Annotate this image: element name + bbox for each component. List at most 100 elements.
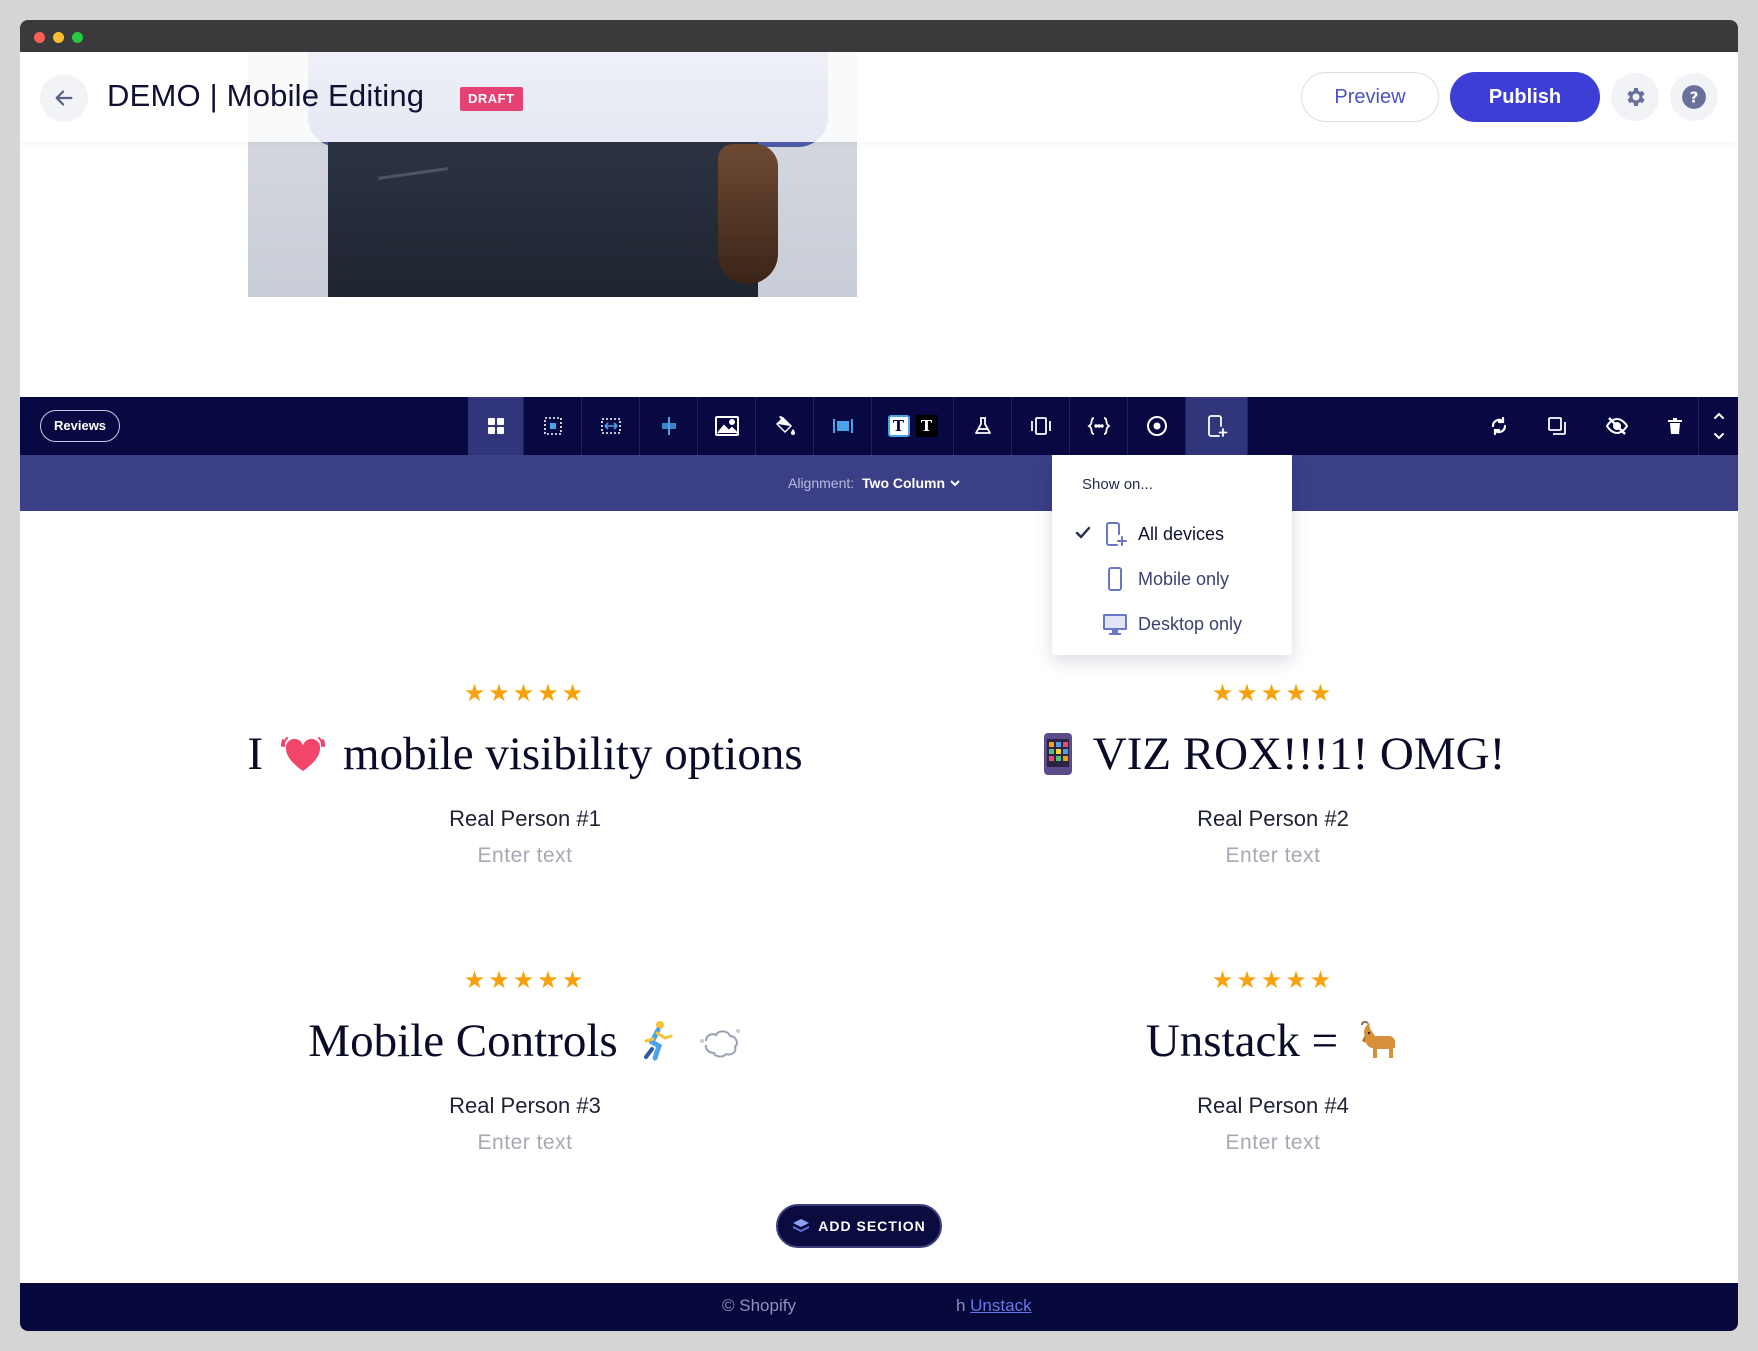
browser-window: DEMO | Mobile Editing DRAFT Preview Publ…: [20, 20, 1738, 1331]
editor-header: DEMO | Mobile Editing DRAFT Preview Publ…: [20, 52, 1738, 142]
code-icon: [1086, 417, 1111, 435]
hero-image-hand: [718, 144, 778, 284]
mobile-plus-icon: [1106, 522, 1127, 546]
full-width-icon: [832, 419, 853, 433]
checkmark-icon: [1075, 526, 1091, 539]
duplicate-icon: [1548, 417, 1566, 435]
maximize-window-button[interactable]: [72, 32, 83, 43]
refresh-icon: [1491, 416, 1507, 436]
align-center-icon: [661, 417, 676, 435]
visibility-option-all-devices[interactable]: All devices: [1052, 514, 1292, 554]
star-rating: ★★★★★: [1211, 967, 1335, 994]
move-updown-icon: [1713, 412, 1724, 440]
background-image-tool[interactable]: [698, 397, 756, 455]
review-headline[interactable]: Mobile Controls: [175, 1013, 875, 1069]
background-color-tool[interactable]: [756, 397, 814, 455]
review-card[interactable]: ★★★★★ Mobile Controls Real Person #3 Ent…: [175, 967, 875, 1155]
minimize-window-button[interactable]: [53, 32, 64, 43]
review-headline[interactable]: I mobile visibility options: [175, 726, 875, 782]
reviewer-name[interactable]: Real Person #4: [923, 1093, 1623, 1119]
footer-copyright: © Shopify h Unstack: [722, 1296, 1032, 1315]
review-subtitle-placeholder[interactable]: Enter text: [923, 1131, 1623, 1155]
device-visibility-tool[interactable]: [1186, 397, 1248, 455]
alignment-control[interactable]: Alignment: Two Column: [788, 475, 961, 491]
review-subtitle-placeholder[interactable]: Enter text: [923, 844, 1623, 868]
hide-section-button[interactable]: [1594, 397, 1640, 455]
section-name-pill[interactable]: Reviews: [40, 410, 121, 442]
desktop-icon: [1103, 614, 1127, 635]
width-tool[interactable]: [582, 397, 640, 455]
help-button[interactable]: ?: [1670, 73, 1718, 121]
anchor-tool[interactable]: [1128, 397, 1186, 455]
page-title: DEMO | Mobile Editing: [107, 78, 425, 113]
add-section-button[interactable]: ADD SECTION: [776, 1204, 942, 1248]
page-canvas: DEMO | Mobile Editing DRAFT Preview Publ…: [20, 52, 1738, 1331]
lab-flask-icon: [974, 417, 991, 434]
delete-section-button[interactable]: [1652, 397, 1698, 455]
preview-button[interactable]: Preview: [1301, 72, 1439, 122]
goat-emoji-icon: [1361, 1020, 1396, 1058]
layers-icon: [793, 1219, 810, 1232]
duplicate-section-button[interactable]: [1534, 397, 1580, 455]
carousel-tool[interactable]: [1012, 397, 1070, 455]
beating-heart-emoji-icon: [281, 737, 326, 771]
review-card[interactable]: ★★★★★ VIZ ROX!!!1! OMG! Real Person #2 E…: [923, 680, 1623, 868]
text-light-icon: T: [887, 415, 910, 437]
star-rating: ★★★★★: [1211, 680, 1335, 707]
svg-text:?: ?: [1690, 88, 1699, 106]
section-toolbar: Reviews T T: [20, 397, 1738, 455]
close-window-button[interactable]: [34, 32, 45, 43]
back-button[interactable]: [40, 74, 88, 122]
runner-emoji-icon: [643, 1021, 673, 1061]
mobile-phone-emoji-icon: [1043, 733, 1072, 775]
review-subtitle-placeholder[interactable]: Enter text: [175, 844, 875, 868]
text-style-tool[interactable]: T T: [872, 397, 954, 455]
ab-test-tool[interactable]: [954, 397, 1012, 455]
footer-unstack-link[interactable]: Unstack: [970, 1296, 1031, 1315]
image-icon: [714, 416, 739, 436]
visibility-option-mobile-only[interactable]: Mobile only: [1052, 559, 1292, 599]
paint-bucket-icon: [775, 416, 795, 435]
review-card[interactable]: ★★★★★ I mobile visibility options Real P…: [175, 680, 875, 868]
window-titlebar: [20, 20, 1738, 52]
align-tool[interactable]: [640, 397, 698, 455]
text-dark-icon: T: [915, 415, 938, 437]
full-width-tool[interactable]: [814, 397, 872, 455]
review-subtitle-placeholder[interactable]: Enter text: [175, 1131, 875, 1155]
hero-image-jeans: [328, 142, 758, 297]
review-headline[interactable]: VIZ ROX!!!1! OMG!: [923, 726, 1623, 782]
add-section-label: ADD SECTION: [818, 1218, 926, 1234]
dropdown-heading: Show on...: [1082, 476, 1153, 493]
circle-dot-icon: [1146, 416, 1167, 436]
publish-button[interactable]: Publish: [1450, 72, 1600, 122]
site-footer: © Shopify h Unstack: [20, 1283, 1738, 1331]
reviewer-name[interactable]: Real Person #1: [175, 806, 875, 832]
visibility-dropdown: Show on... All devices Mobile only Deskt…: [1052, 455, 1292, 655]
option-label: All devices: [1138, 524, 1225, 544]
mobile-plus-icon: [1207, 415, 1227, 437]
visibility-option-desktop-only[interactable]: Desktop only: [1052, 604, 1292, 644]
reviewer-name[interactable]: Real Person #3: [175, 1093, 875, 1119]
chevron-down-icon: [950, 480, 960, 487]
layout-icon: [487, 418, 504, 434]
review-card[interactable]: ★★★★★ Unstack = Real Person #4 Enter tex…: [923, 967, 1623, 1155]
gear-icon: [1627, 88, 1645, 106]
alignment-value: Two Column: [862, 475, 945, 491]
custom-code-tool[interactable]: [1070, 397, 1128, 455]
option-label: Desktop only: [1138, 614, 1243, 634]
settings-button[interactable]: [1611, 73, 1659, 121]
spacing-icon: [543, 417, 562, 435]
reviewer-name[interactable]: Real Person #2: [923, 806, 1623, 832]
star-rating: ★★★★★: [463, 967, 587, 994]
review-headline[interactable]: Unstack =: [923, 1013, 1623, 1069]
help-circle-icon: ?: [1682, 85, 1706, 109]
hide-icon: [1606, 417, 1628, 435]
mobile-icon: [1108, 567, 1122, 591]
width-icon: [600, 418, 621, 434]
spacing-tool[interactable]: [524, 397, 582, 455]
layout-tool[interactable]: [468, 397, 524, 455]
move-section-control[interactable]: [1698, 397, 1738, 455]
trash-icon: [1668, 418, 1682, 434]
replace-section-button[interactable]: [1476, 397, 1522, 455]
arrow-left-icon: [55, 90, 73, 106]
